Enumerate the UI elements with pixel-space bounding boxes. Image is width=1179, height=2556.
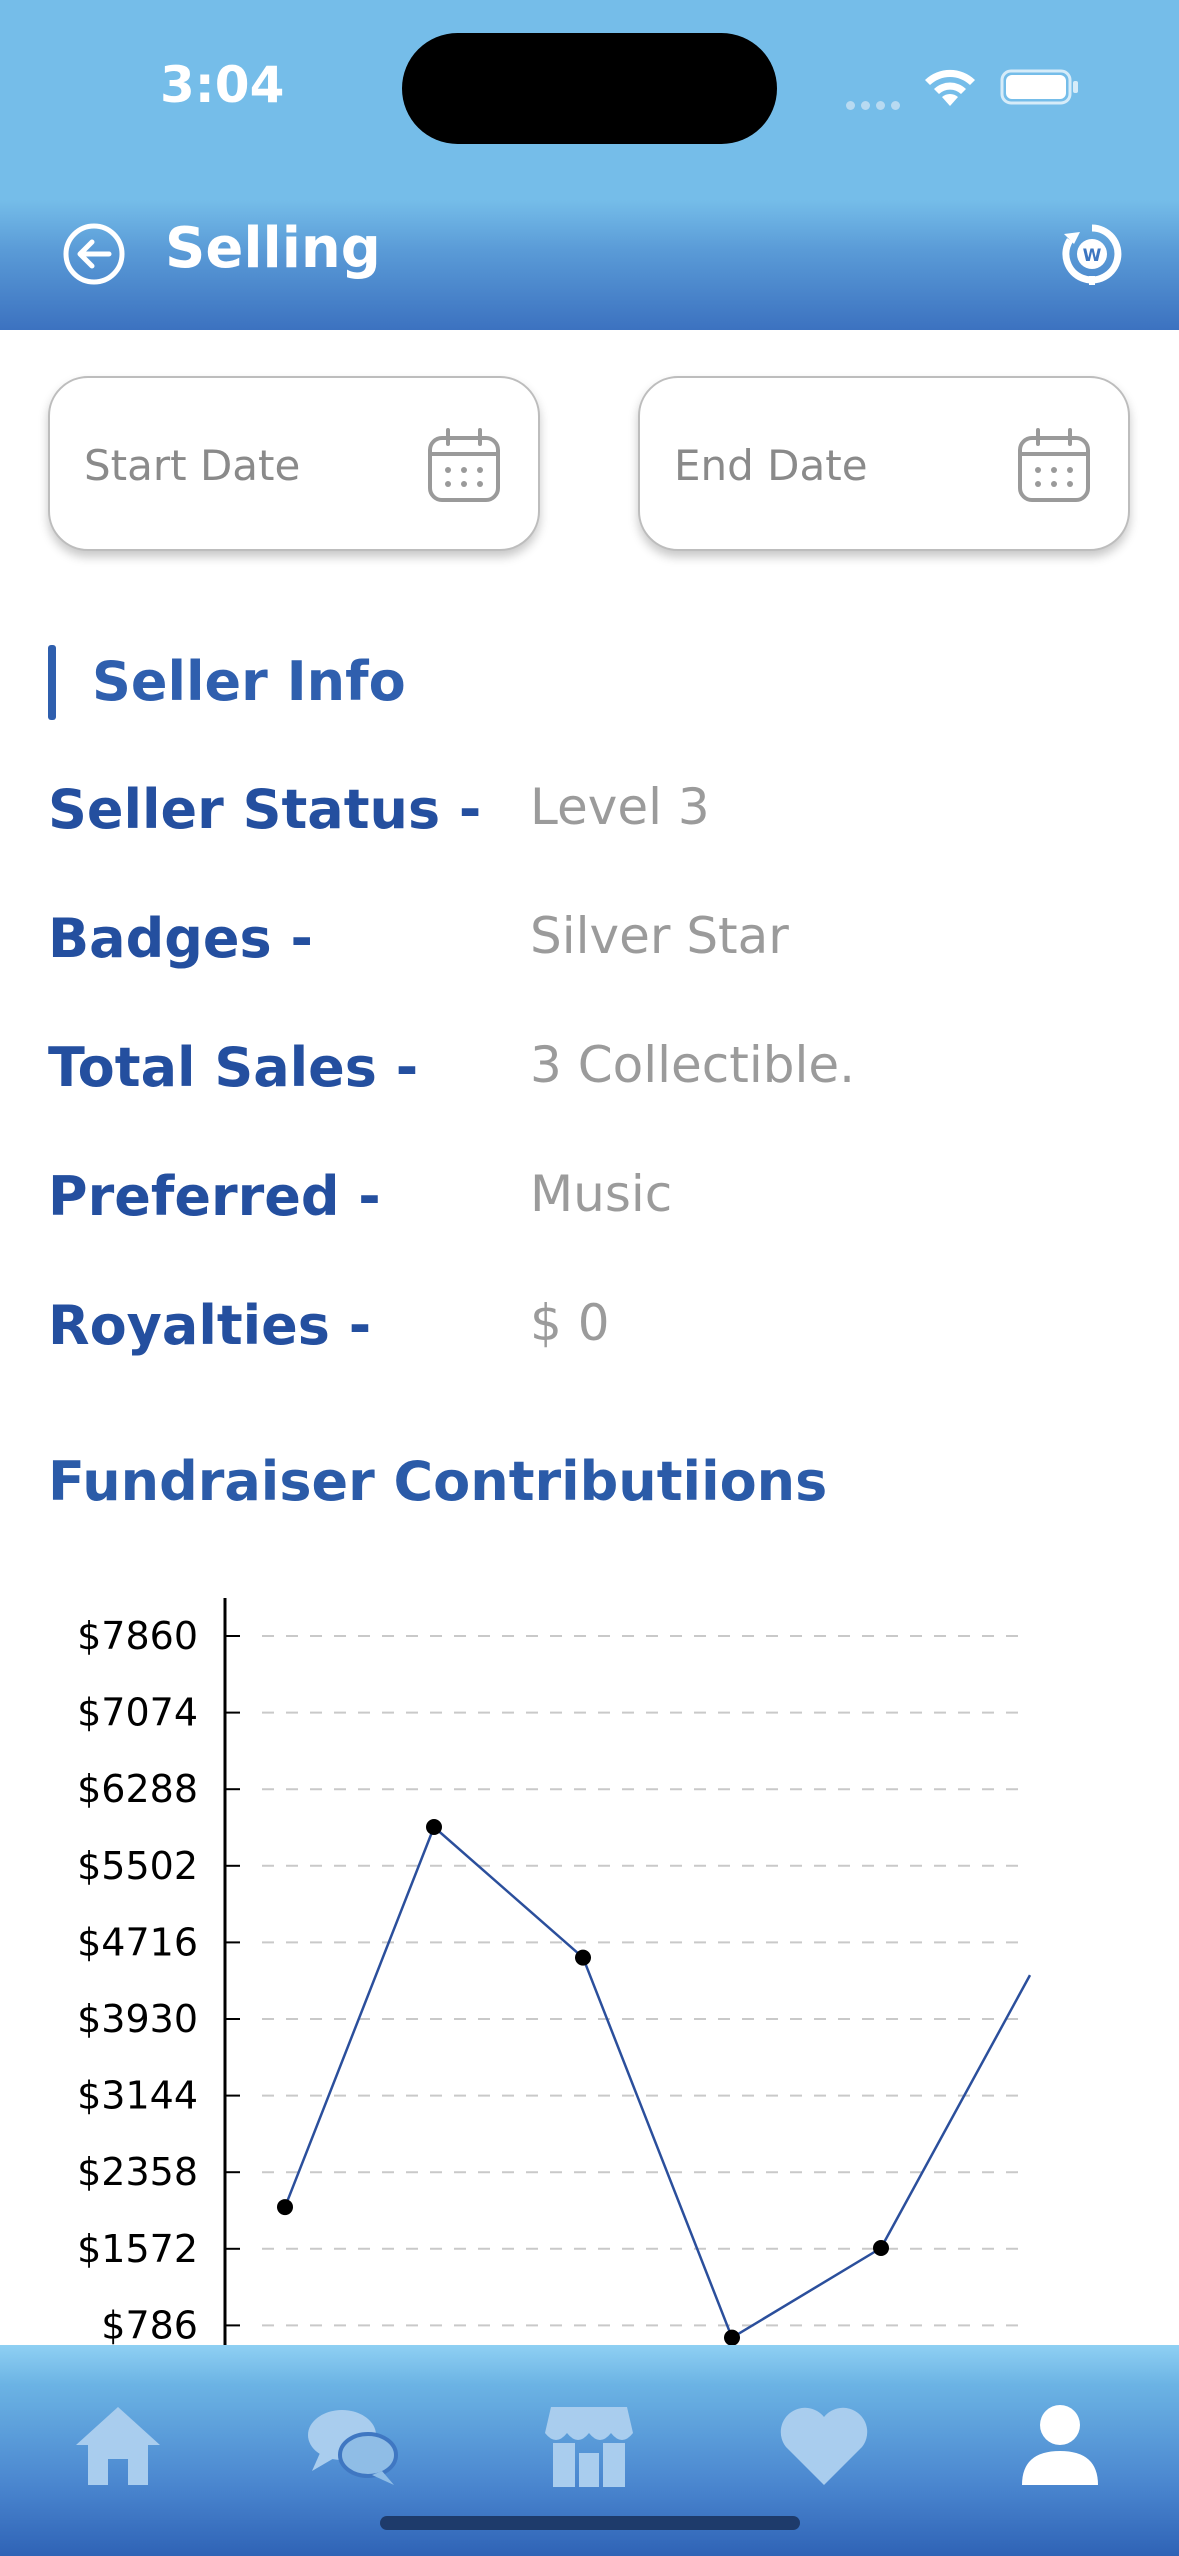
svg-text:W: W: [1083, 246, 1102, 266]
y-tick-label: $786: [101, 2303, 198, 2347]
nav-store[interactable]: [539, 2395, 639, 2495]
store-icon: [545, 2407, 633, 2487]
y-tick-label: $3144: [77, 2074, 198, 2118]
preferred-row: Preferred - Music: [48, 1165, 1148, 1245]
nav-chat[interactable]: [302, 2395, 402, 2495]
info-label: Badges -: [48, 907, 313, 970]
info-label: Preferred -: [48, 1165, 381, 1228]
y-tick-label: $7074: [77, 1691, 198, 1735]
badges-row: Badges - Silver Star: [48, 907, 1148, 987]
back-arrow-icon[interactable]: [62, 222, 126, 286]
battery-icon: [1000, 69, 1078, 105]
app-header: 3:04 Selling W: [0, 0, 1179, 330]
calendar-icon[interactable]: [1016, 426, 1092, 504]
page-title: Selling: [165, 216, 381, 281]
info-value: Level 3: [530, 778, 710, 836]
info-label: Seller Status -: [48, 778, 482, 841]
profile-icon: [1022, 2405, 1098, 2485]
status-time: 3:04: [160, 56, 285, 114]
nav-home[interactable]: [68, 2395, 168, 2495]
data-point: [277, 2199, 293, 2216]
nav-profile[interactable]: [1010, 2395, 1110, 2495]
info-value: 3 Collectible.: [530, 1036, 856, 1094]
y-tick-label: $4716: [77, 1920, 198, 1964]
y-tick-label: $2358: [77, 2150, 198, 2194]
end-date-field[interactable]: [638, 376, 1130, 551]
series-line: [283, 1824, 1032, 2340]
start-date-field[interactable]: [48, 376, 540, 551]
home-icon: [76, 2407, 160, 2485]
info-value: Silver Star: [530, 907, 789, 965]
end-date-input[interactable]: [674, 430, 994, 500]
info-label: Total Sales -: [48, 1036, 419, 1099]
dynamic-island: [402, 33, 777, 144]
data-point: [426, 1819, 442, 1836]
y-tick-label: $3930: [77, 1997, 198, 2041]
fundraiser-title: Fundraiser Contributiions: [48, 1450, 828, 1513]
nav-favorites[interactable]: [774, 2395, 874, 2495]
wallet-sync-icon[interactable]: W: [1062, 222, 1122, 286]
seller-info-title: Seller Info: [92, 650, 406, 713]
royalties-row: Royalties - $ 0: [48, 1294, 1148, 1374]
data-point: [873, 2240, 889, 2257]
info-label: Royalties -: [48, 1294, 372, 1357]
calendar-icon[interactable]: [426, 426, 502, 504]
heart-icon: [780, 2407, 868, 2485]
info-value: Music: [530, 1165, 673, 1223]
y-tick-label: $6288: [77, 1767, 198, 1811]
data-point: [575, 1949, 591, 1966]
fundraiser-line-chart: $7860 $7074 $6288 $5502 $4716 $3930 $3144 $2358…: [77, 1598, 1032, 2350]
data-point: [724, 2329, 740, 2346]
seller-status-row: Seller Status - Level 3: [48, 778, 1148, 858]
home-indicator: [380, 2516, 800, 2530]
start-date-input[interactable]: [84, 430, 404, 500]
y-tick-label: $5502: [77, 1844, 198, 1888]
wifi-icon: [925, 69, 975, 106]
cellular-signal-icon: [846, 95, 906, 114]
section-accent-bar: [48, 645, 56, 720]
y-tick-label: $1572: [77, 2227, 198, 2271]
chat-icon: [308, 2410, 398, 2485]
total-sales-row: Total Sales - 3 Collectible.: [48, 1036, 1148, 1116]
y-tick-label: $7860: [77, 1614, 198, 1658]
info-value: $ 0: [530, 1294, 610, 1352]
